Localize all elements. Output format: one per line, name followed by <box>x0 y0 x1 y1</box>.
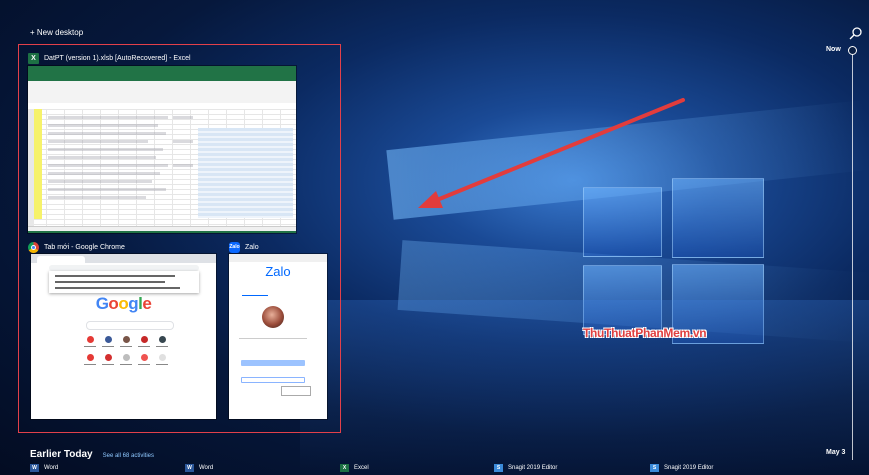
earlier-today-heading: Earlier Today <box>30 449 93 460</box>
word-icon: W <box>185 464 194 472</box>
word-icon: W <box>30 464 39 472</box>
excel-icon: X <box>340 464 349 472</box>
see-all-activities-link[interactable]: See all 68 activities <box>103 453 154 459</box>
snagit-icon: S <box>650 464 659 472</box>
activity-item[interactable]: W Word <box>30 464 58 472</box>
activity-label: Snagit 2019 Editor <box>664 465 714 471</box>
snagit-icon: S <box>494 464 503 472</box>
activity-label: Word <box>44 465 59 471</box>
activity-item[interactable]: W Word <box>185 464 213 472</box>
red-arrow <box>418 98 685 208</box>
activity-item[interactable]: X Excel <box>340 464 369 472</box>
activity-item[interactable]: S Snagit 2019 Editor <box>650 464 713 472</box>
earlier-today-section: Earlier Today See all 68 activities <box>30 449 154 460</box>
watermark-logo: ThuThuatPhanMem.vn <box>583 326 707 340</box>
activity-label: Excel <box>354 465 369 471</box>
activity-label: Snagit 2019 Editor <box>508 465 558 471</box>
activity-item[interactable]: S Snagit 2019 Editor <box>494 464 557 472</box>
activity-label: Word <box>199 465 214 471</box>
